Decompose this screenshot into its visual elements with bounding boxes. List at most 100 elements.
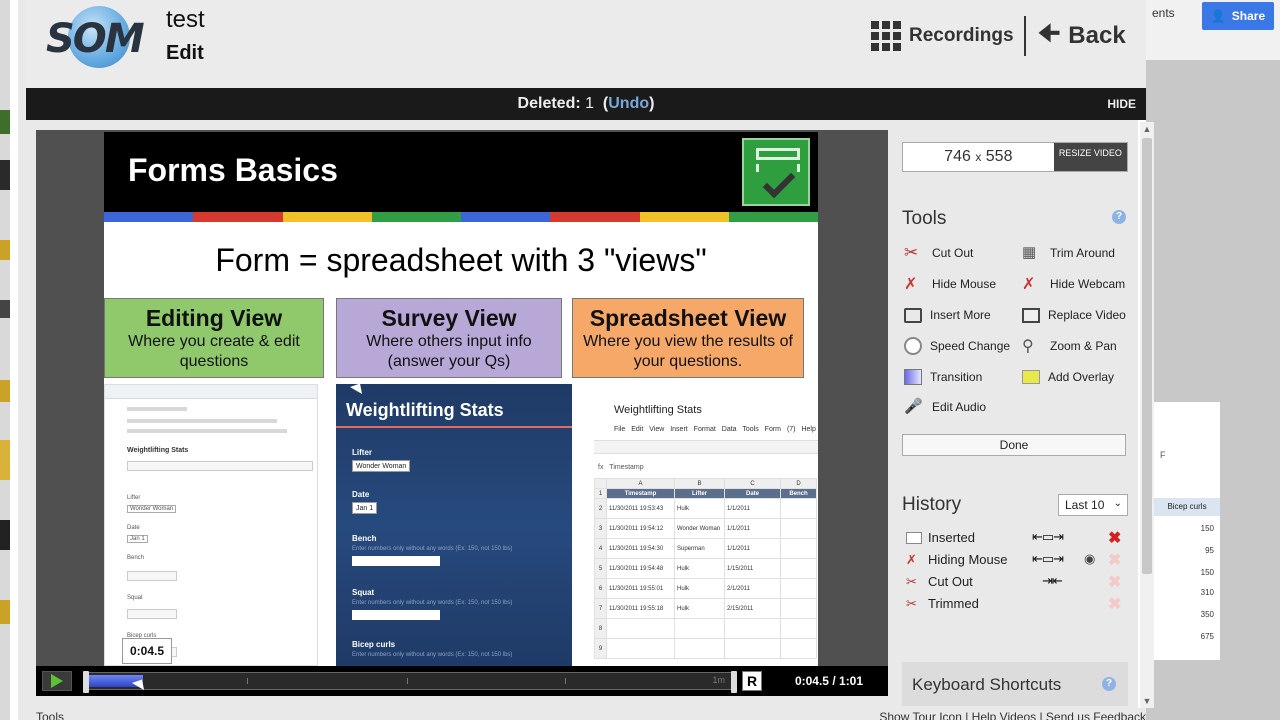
speed-change-tool[interactable]: Speed Change bbox=[904, 335, 1010, 357]
slide-header: Forms Basics bbox=[104, 132, 818, 212]
mode-label: Edit bbox=[166, 42, 204, 64]
back-button[interactable]: 🠈 Back bbox=[1038, 18, 1126, 54]
add-overlay-tool[interactable]: Add Overlay bbox=[1022, 366, 1114, 388]
sheet-cell bbox=[606, 618, 675, 639]
box-text: Where you view the results of your quest… bbox=[583, 333, 793, 370]
dimension-x: x bbox=[975, 150, 982, 164]
history-label: Hiding Mouse bbox=[928, 552, 1008, 567]
scissors-icon: ✂ bbox=[906, 574, 917, 589]
hide-mouse-icon: ✗ bbox=[906, 552, 917, 567]
recordings-button[interactable]: Recordings bbox=[871, 18, 1014, 54]
hide-mouse-tool[interactable]: ✗ Hide Mouse bbox=[904, 273, 996, 295]
trim-around-tool[interactable]: ▦ Trim Around bbox=[1022, 242, 1115, 264]
edit-audio-tool[interactable]: 🎤 Edit Audio bbox=[904, 396, 986, 418]
eye-icon[interactable]: ◉ bbox=[1084, 551, 1095, 567]
slide: Forms Basics Form = spreadsheet with 3 "… bbox=[104, 132, 818, 666]
sheet-cell: 2/15/2011 bbox=[724, 598, 781, 619]
tool-label: Transition bbox=[930, 370, 983, 384]
form-field bbox=[127, 609, 177, 619]
scroll-thumb[interactable] bbox=[1142, 138, 1152, 574]
hide-button[interactable]: HIDE bbox=[1107, 97, 1136, 111]
replace-video-tool[interactable]: Replace Video bbox=[1022, 304, 1126, 326]
form-title: Weightlifting Stats bbox=[127, 447, 189, 454]
placeholder-line bbox=[127, 407, 187, 411]
sheet-cell: 11/30/2011 19:55:01 bbox=[606, 578, 675, 599]
history-row[interactable]: Inserted ⇤▭⇥ ✖ bbox=[902, 528, 1128, 548]
delete-icon[interactable]: ✖ bbox=[1108, 550, 1121, 570]
timeline-end-marker: 1m bbox=[712, 675, 725, 685]
insert-more-tool[interactable]: Insert More bbox=[904, 304, 991, 326]
arrow-left-icon: 🠈 bbox=[1038, 19, 1061, 47]
transition-tool[interactable]: Transition bbox=[904, 366, 982, 388]
sheet-table: A B C D 1 Timestamp Lifter Date Bench 21… bbox=[594, 478, 817, 659]
undo-link[interactable]: Undo bbox=[608, 95, 649, 112]
zoom-pan-tool[interactable]: ⚲ Zoom & Pan bbox=[1022, 335, 1117, 357]
delete-icon[interactable]: ✖ bbox=[1108, 594, 1121, 614]
sheet-cell: 1/1/2011 bbox=[724, 518, 781, 539]
play-icon bbox=[51, 674, 63, 688]
scroll-down-icon[interactable]: ▼ bbox=[1140, 694, 1154, 708]
history-row[interactable]: ✂ Cut Out ⇥⇤ ✖ bbox=[902, 572, 1128, 592]
history-row[interactable]: ✂ Trimmed ✖ bbox=[902, 594, 1128, 614]
tool-label: Replace Video bbox=[1048, 308, 1126, 322]
trim-start-handle[interactable] bbox=[83, 671, 89, 693]
keyboard-shortcuts-box[interactable]: Keyboard Shortcuts ? bbox=[902, 662, 1128, 706]
tool-label: Insert More bbox=[930, 308, 991, 322]
background-col-letter: F bbox=[1160, 450, 1166, 460]
timeline-track[interactable]: 1m bbox=[83, 671, 737, 693]
row-number: 5 bbox=[594, 558, 607, 579]
placeholder-line bbox=[127, 419, 277, 423]
spreadsheet-view-box: Spreadsheet View Where you view the resu… bbox=[572, 298, 804, 378]
field-label: Squat bbox=[127, 595, 143, 601]
survey-field-label: Bench bbox=[352, 534, 377, 543]
play-button[interactable] bbox=[42, 671, 72, 691]
trim-end-handle[interactable] bbox=[731, 671, 737, 693]
footer-tools-link[interactable]: Tools bbox=[36, 710, 64, 720]
delete-icon[interactable]: ✖ bbox=[1108, 528, 1121, 548]
history-filter-value: Last 10 bbox=[1065, 498, 1105, 512]
tool-label: Cut Out bbox=[932, 246, 974, 260]
history-filter-select[interactable]: Last 10 ⌄ bbox=[1058, 494, 1128, 516]
resize-video-button[interactable]: RESIZE VIDEO bbox=[1053, 143, 1127, 171]
tools-help-icon[interactable]: ? bbox=[1112, 210, 1126, 224]
hide-webcam-tool[interactable]: ✗ Hide Webcam bbox=[1022, 273, 1125, 295]
sheet-cell bbox=[674, 618, 725, 639]
survey-field-label: Lifter bbox=[352, 448, 372, 457]
trim-icon: ▦ bbox=[1022, 244, 1037, 261]
range-icon: ⇤▭⇥ bbox=[1032, 551, 1064, 566]
tool-label: Zoom & Pan bbox=[1050, 339, 1117, 353]
box-text: Where others input info (answer your Qs) bbox=[366, 333, 532, 370]
shortcuts-help-icon[interactable]: ? bbox=[1102, 677, 1116, 691]
background-cell: 310 bbox=[1200, 588, 1214, 597]
video-size-box: 746 x 558 RESIZE VIDEO bbox=[902, 142, 1128, 172]
box-heading: Spreadsheet View bbox=[589, 305, 787, 331]
col-header: Bench bbox=[780, 488, 817, 499]
survey-field-label: Squat bbox=[352, 588, 375, 597]
scroll-up-icon[interactable]: ▲ bbox=[1140, 122, 1154, 136]
sheet-menu: File Edit View Insert Format Data Tools … bbox=[614, 426, 816, 433]
sheet-row: 5 11/30/2011 19:54:48 Hulk 1/15/2011 bbox=[594, 558, 817, 579]
cut-out-tool[interactable]: ✂ Cut Out bbox=[904, 242, 973, 264]
done-button[interactable]: Done bbox=[902, 434, 1126, 456]
history-row[interactable]: ✗ Hiding Mouse ⇤▭⇥ ◉ ✖ bbox=[902, 550, 1128, 570]
background-spreadsheet: F Bicep curls 150 95 150 310 350 675 bbox=[1154, 402, 1220, 660]
delete-icon[interactable]: ✖ bbox=[1108, 572, 1121, 592]
panel-scrollbar[interactable]: ▲ ▼ bbox=[1140, 122, 1154, 708]
share-button[interactable]: 👤 Share bbox=[1202, 2, 1274, 30]
spreadsheet-view-screenshot: Weightlifting Stats File Edit View Inser… bbox=[594, 384, 818, 666]
background-cell: 150 bbox=[1200, 524, 1214, 533]
background-comments-button[interactable]: ents bbox=[1152, 6, 1175, 20]
form-field bbox=[127, 461, 313, 471]
sheet-cell: 1/15/2011 bbox=[724, 558, 781, 579]
video-preview[interactable]: Forms Basics Form = spreadsheet with 3 "… bbox=[36, 130, 888, 666]
sheet-cell: 1/1/2011 bbox=[724, 498, 781, 519]
timeline-tick bbox=[247, 678, 248, 684]
survey-view-screenshot: Weightlifting Stats Lifter Wonder Woman … bbox=[336, 384, 572, 666]
header: SOM test Edit Recordings 🠈 Back bbox=[26, 0, 1146, 88]
record-button[interactable]: R bbox=[742, 671, 762, 691]
sheet-cell: 11/30/2011 19:54:30 bbox=[606, 538, 675, 559]
background-left-strip bbox=[0, 0, 10, 720]
footer-links[interactable]: Show Tour Icon | Help Videos | Send us F… bbox=[879, 710, 1146, 720]
row-number: 8 bbox=[594, 618, 607, 639]
deleted-notice-bar: Deleted: 1 (Undo) HIDE bbox=[26, 88, 1146, 120]
